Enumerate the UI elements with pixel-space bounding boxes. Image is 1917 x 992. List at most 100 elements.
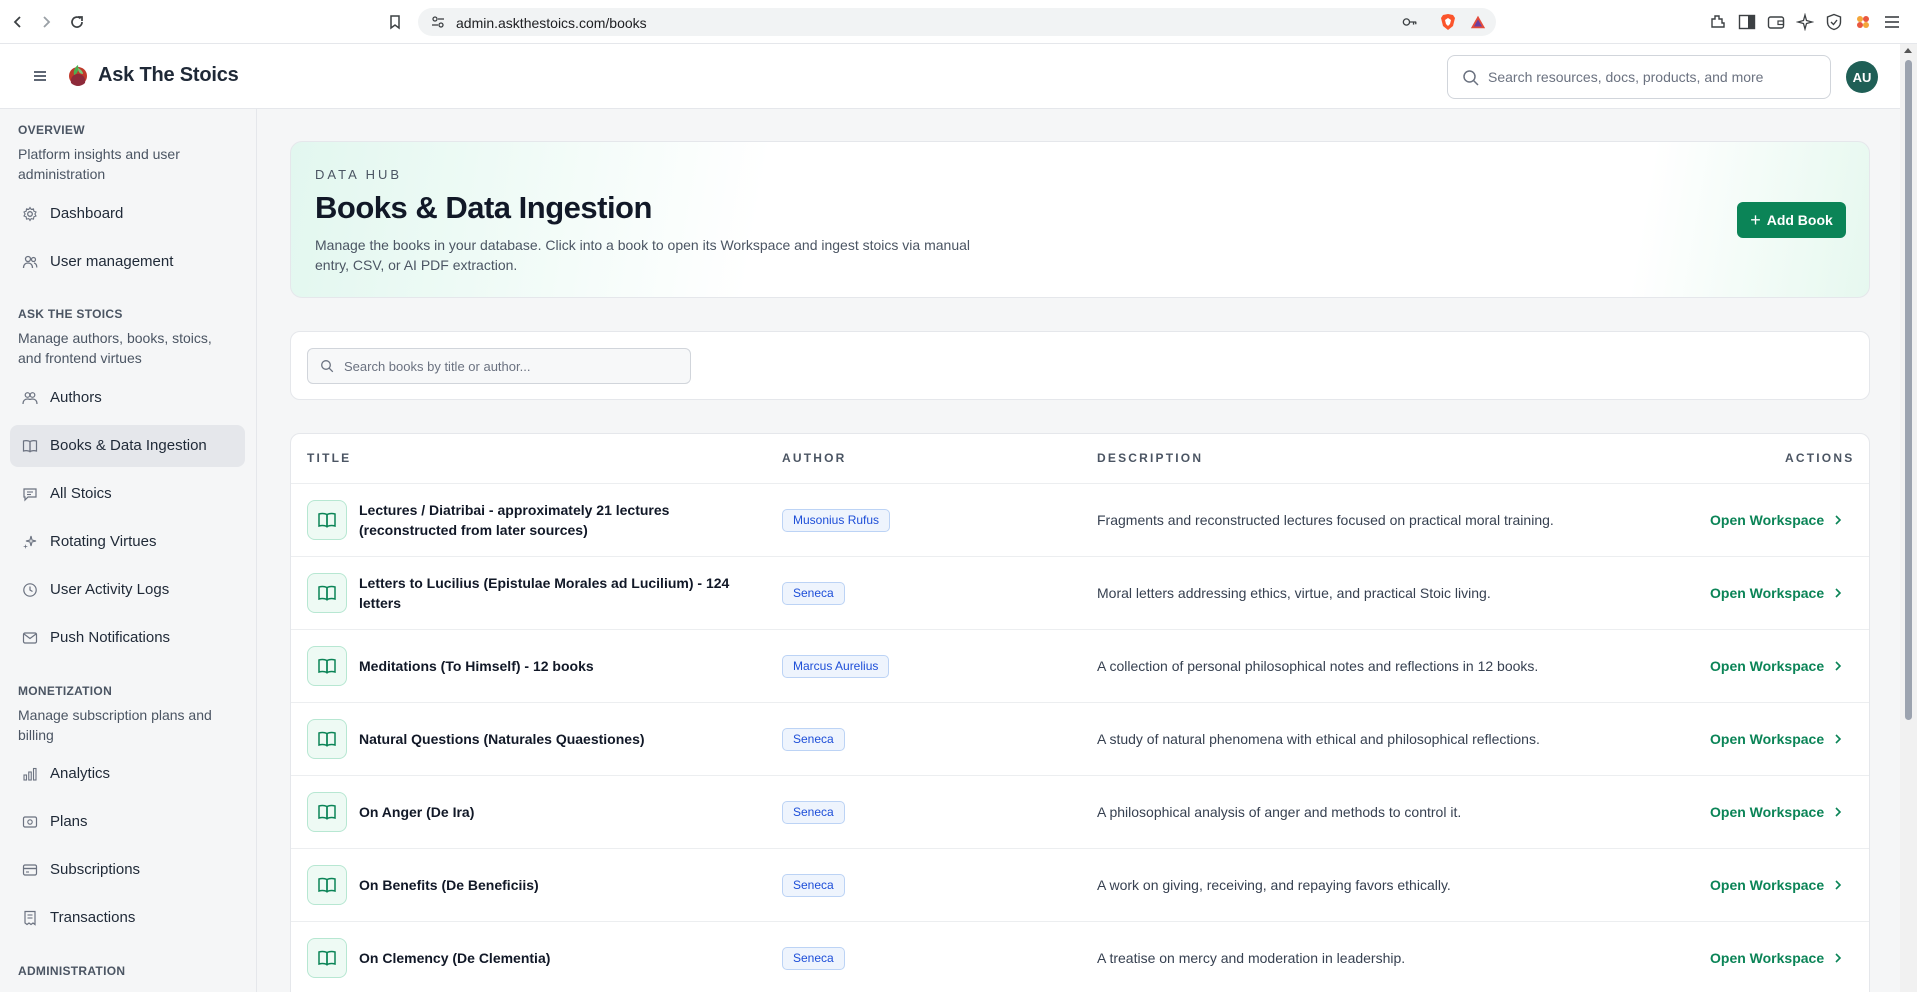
sidebar-section-title: OVERVIEW [18,123,85,137]
author-badge: Seneca [782,582,845,605]
global-search[interactable] [1447,55,1831,99]
leo-ai-icon[interactable] [1795,12,1815,32]
page-hero: DATA HUB Books & Data Ingestion Manage t… [290,141,1870,298]
author-badge: Seneca [782,801,845,824]
page-scrollbar[interactable] [1900,44,1917,992]
sidebar-item-subscriptions[interactable]: Subscriptions [10,849,245,891]
extensions-icon[interactable] [1708,12,1728,32]
sidebar-item-authors[interactable]: Authors [10,377,245,419]
sidebar-item-transactions[interactable]: Transactions [10,897,245,939]
url-text[interactable]: admin.askthestoics.com/books [456,15,647,31]
back-icon[interactable] [6,10,30,34]
open-workspace-label: Open Workspace [1710,877,1825,893]
book-description: A philosophical analysis of anger and me… [1097,804,1462,820]
book-description: A treatise on mercy and moderation in le… [1097,950,1406,966]
table-row[interactable]: On Anger (De Ira) Seneca A philosophical… [291,775,1869,848]
book-title[interactable]: Meditations (To Himself) - 12 books [359,656,749,676]
sidebar-item-label: All Stoics [50,485,112,502]
wallet-icon[interactable] [1766,12,1786,32]
open-workspace-link[interactable]: Open Workspace [1710,804,1842,820]
book-icon [307,573,347,613]
table-row[interactable]: Natural Questions (Naturales Quaestiones… [291,702,1869,775]
book-title[interactable]: Letters to Lucilius (Epistulae Morales a… [359,573,749,613]
book-icon [22,438,38,454]
book-description: A collection of personal philosophical n… [1097,658,1539,674]
sidebar-item-books[interactable]: Books & Data Ingestion [10,425,245,467]
forward-icon[interactable] [34,10,58,34]
book-search-panel [290,331,1870,400]
brave-news-icon[interactable] [1853,12,1873,32]
chat-icon [22,486,38,502]
sidebar-item-label: Rotating Virtues [50,533,157,550]
author-badge: Marcus Aurelius [782,655,890,678]
key-icon[interactable] [1402,14,1418,30]
vpn-icon[interactable] [1824,12,1844,32]
reload-icon[interactable] [65,10,89,34]
scroll-thumb[interactable] [1905,60,1912,720]
sidebar-item-user-activity-logs[interactable]: User Activity Logs [10,569,245,611]
table-row[interactable]: Letters to Lucilius (Epistulae Morales a… [291,556,1869,629]
brave-rewards-icon[interactable] [1470,14,1486,30]
sidebar-item-dashboard[interactable]: Dashboard [10,193,245,235]
brave-shield-icon[interactable] [1440,14,1456,30]
chevron-right-icon [1835,515,1842,525]
chevron-right-icon [1835,588,1842,598]
book-title[interactable]: On Clemency (De Clementia) [359,948,749,968]
authors-icon [22,390,38,406]
sidebar-item-user-management[interactable]: User management [10,241,245,283]
open-workspace-link[interactable]: Open Workspace [1710,585,1842,601]
address-bar[interactable]: admin.askthestoics.com/books [418,8,1496,36]
sparkle-icon [22,534,38,550]
column-header-author: AUTHOR [782,451,847,465]
table-row[interactable]: On Benefits (De Beneficiis) Seneca A wor… [291,848,1869,921]
book-title[interactable]: Natural Questions (Naturales Quaestiones… [359,729,749,749]
sidebar-item-label: Dashboard [50,205,124,222]
sidebar-toggle-icon[interactable] [1737,12,1757,32]
sidebar-item-plans[interactable]: Plans [10,801,245,843]
sidebar-section-title: ADMINISTRATION [18,964,126,978]
sidebar-item-push-notifications[interactable]: Push Notifications [10,617,245,659]
book-search-field[interactable] [307,348,691,384]
global-search-input[interactable] [1488,56,1818,98]
book-title[interactable]: On Benefits (De Beneficiis) [359,875,749,895]
book-title[interactable]: Lectures / Diatribai - approximately 21 … [359,500,749,540]
book-icon [307,500,347,540]
site-info-icon[interactable] [430,14,446,30]
sidebar-item-label: Subscriptions [50,861,141,878]
open-workspace-label: Open Workspace [1710,585,1825,601]
author-badge: Seneca [782,728,845,751]
open-workspace-link[interactable]: Open Workspace [1710,512,1842,528]
open-workspace-link[interactable]: Open Workspace [1710,658,1842,674]
table-row[interactable]: On Clemency (De Clementia) Seneca A trea… [291,921,1869,992]
browser-menu-icon[interactable] [1882,12,1902,32]
open-workspace-link[interactable]: Open Workspace [1710,877,1842,893]
mail-icon [22,630,38,646]
chevron-right-icon [1835,734,1842,744]
table-row[interactable]: Meditations (To Himself) - 12 books Marc… [291,629,1869,702]
sidebar-item-rotating-virtues[interactable]: Rotating Virtues [10,521,245,563]
sidebar-item-analytics[interactable]: Analytics [10,753,245,795]
open-workspace-link[interactable]: Open Workspace [1710,950,1842,966]
add-book-button[interactable]: + Add Book [1737,202,1846,238]
user-avatar[interactable]: AU [1846,61,1878,93]
sidebar: OVERVIEW Platform insights and user admi… [0,109,257,992]
chevron-right-icon [1835,661,1842,671]
scroll-up-icon[interactable] [1904,48,1912,53]
table-row[interactable]: Lectures / Diatribai - approximately 21 … [291,483,1869,556]
sidebar-item-label: Push Notifications [50,629,171,646]
book-search-input[interactable] [344,349,684,383]
open-workspace-label: Open Workspace [1710,804,1825,820]
book-description: Moral letters addressing ethics, virtue,… [1097,585,1491,601]
book-description: A work on giving, receiving, and repayin… [1097,877,1451,893]
page-title: Books & Data Ingestion [315,190,652,225]
brand-name[interactable]: Ask The Stoics [98,64,239,87]
column-header-description: DESCRIPTION [1097,451,1204,465]
hamburger-menu-icon[interactable] [30,66,50,86]
clock-icon [22,582,38,598]
books-table: TITLE AUTHOR DESCRIPTION ACTIONS Lecture… [290,433,1870,992]
sidebar-item-all-stoics[interactable]: All Stoics [10,473,245,515]
bookmark-icon[interactable] [383,10,407,34]
app-header: Ask The Stoics AU [0,44,1900,109]
book-title[interactable]: On Anger (De Ira) [359,802,749,822]
open-workspace-link[interactable]: Open Workspace [1710,731,1842,747]
